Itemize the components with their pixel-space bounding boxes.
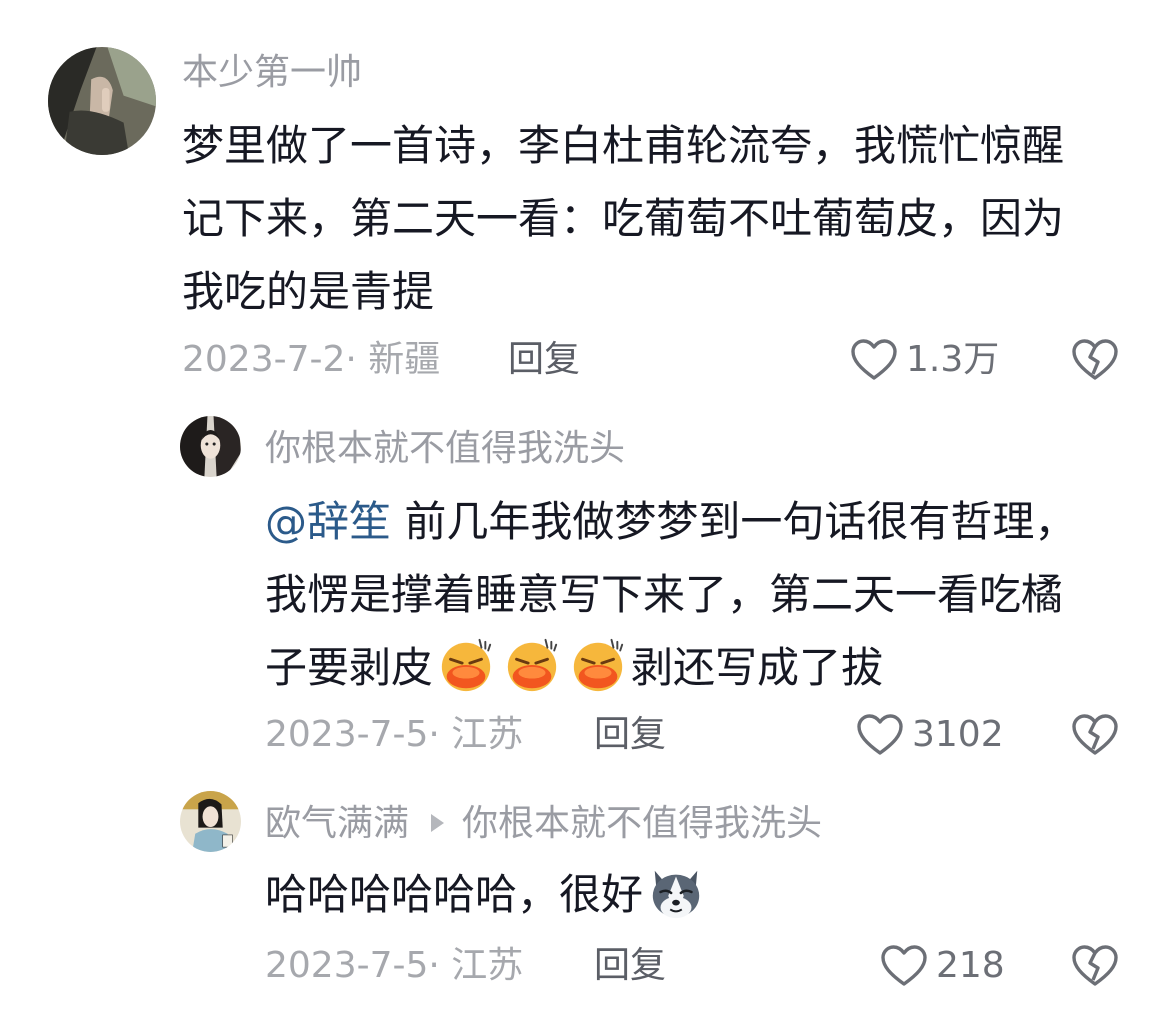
- reply-to-username[interactable]: 你根本就不值得我洗头: [462, 803, 822, 844]
- comment-text: @辞笙 前几年我做梦梦到一句话很有哲理， 我愣是撑着睡意写下来了，第二天一看吃橘…: [265, 485, 1076, 704]
- avatar[interactable]: [48, 47, 156, 155]
- broken-heart-icon[interactable]: [1072, 713, 1118, 757]
- like-count: 3102: [912, 714, 1004, 755]
- heart-outline-icon: [857, 714, 903, 755]
- avatar[interactable]: [180, 791, 241, 852]
- like-button[interactable]: 1.3万: [850, 338, 999, 382]
- comment-username[interactable]: 欧气满满: [265, 803, 409, 844]
- comment-text: 梦里做了一首诗，李白杜甫轮流夸，我慌忙惊醒 记下来，第二天一看：吃葡萄不吐葡萄皮…: [182, 109, 1064, 328]
- heart-outline-icon: [851, 339, 897, 380]
- comment-username[interactable]: 你根本就不值得我洗头: [265, 427, 625, 471]
- like-count: 1.3万: [906, 339, 1000, 380]
- broken-heart-icon[interactable]: [1072, 944, 1118, 988]
- like-button[interactable]: 218: [880, 944, 1005, 988]
- comment-text-segment: 子要剥皮: [265, 643, 434, 692]
- comment-username-thread: 欧气满满 你根本就不值得我洗头: [265, 802, 822, 846]
- comment-date-location: 2023-7-5· 江苏: [265, 945, 524, 986]
- reply-button[interactable]: 回复: [594, 713, 666, 757]
- shy-face-emoji: [569, 636, 627, 694]
- shy-face-emoji: [503, 636, 561, 694]
- comment-text-line: 我愣是撑着睡意写下来了，第二天一看吃橘: [265, 570, 1064, 619]
- comment-date-location: 2023-7-2· 新疆: [182, 339, 441, 380]
- comment-text-line: @辞笙 前几年我做梦梦到一句话很有哲理，: [265, 485, 1076, 558]
- comment-text-line: 我吃的是青提: [182, 267, 435, 316]
- comment-text-segment: 哈哈哈哈哈哈，很好: [265, 870, 644, 919]
- avatar[interactable]: [180, 416, 241, 477]
- like-count: 218: [936, 945, 1005, 986]
- comment-text-segment: 前几年我做梦梦到一句话很有哲理，: [391, 497, 1077, 546]
- comment-text-line: 子要剥皮 剥还写成了拔: [265, 631, 1076, 704]
- heart-outline-icon: [881, 945, 927, 986]
- mention-link[interactable]: @辞笙: [265, 497, 391, 546]
- reply-button[interactable]: 回复: [508, 338, 580, 382]
- like-button[interactable]: 3102: [856, 713, 1004, 757]
- reply-button[interactable]: 回复: [594, 944, 666, 988]
- comment-text-line: 记下来，第二天一看：吃葡萄不吐葡萄皮，因为: [182, 194, 1065, 243]
- broken-heart-icon[interactable]: [1072, 338, 1118, 382]
- comment-text-segment: 剥还写成了拔: [631, 643, 884, 692]
- comment-username[interactable]: 本少第一帅: [182, 51, 362, 95]
- comment-text: 哈哈哈哈哈哈，很好: [265, 858, 709, 931]
- comment-text-line: 梦里做了一首诗，李白杜甫轮流夸，我慌忙惊醒: [182, 121, 1065, 170]
- comment-date-location: 2023-7-5· 江苏: [265, 714, 524, 755]
- reply-arrow-icon: [431, 814, 445, 832]
- husky-dog-emoji: [647, 863, 705, 921]
- shy-face-emoji: [437, 636, 495, 694]
